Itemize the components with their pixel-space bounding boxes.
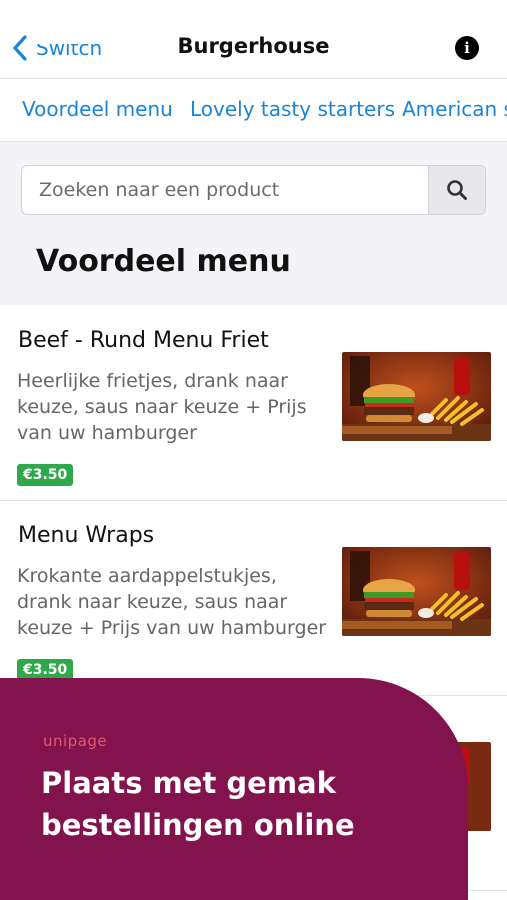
product-image: [342, 352, 491, 441]
product-name: Beef - Rund Menu Friet: [18, 328, 269, 353]
product-description: Heerlijke frietjes, drank naar keuze, sa…: [17, 370, 307, 444]
promo-banner: unipage Plaats met gemak bestellingen on…: [0, 678, 468, 900]
section-title: Voordeel menu: [36, 244, 291, 279]
tab-american-specials[interactable]: American specials: [402, 97, 507, 121]
tab-lovely-tasty-starters[interactable]: Lovely tasty starters: [190, 97, 395, 121]
category-tabs: Voordeel menu Lovely tasty starters Amer…: [0, 79, 507, 142]
brand-logo: unipage: [43, 732, 108, 750]
list-item[interactable]: Menu Wraps Krokante aardappelstukjes, dr…: [0, 501, 507, 696]
tab-voordeel-menu[interactable]: Voordeel menu: [22, 97, 173, 121]
price-badge: €3.50: [17, 464, 74, 486]
search-area: Voordeel menu: [0, 142, 507, 305]
product-description: Krokante aardappelstukjes, drank naar ke…: [17, 565, 327, 639]
info-icon[interactable]: i: [455, 36, 479, 60]
product-name: Menu Wraps: [18, 523, 155, 548]
promo-text: Plaats met gemak bestellingen online: [41, 766, 355, 842]
search-button[interactable]: [428, 166, 485, 214]
page-title: Burgerhouse: [177, 34, 330, 58]
product-image: [342, 547, 491, 636]
navigation-bar: Switch Burgerhouse i: [0, 0, 507, 79]
search-input[interactable]: [22, 166, 430, 214]
search-bar: [21, 165, 486, 215]
search-icon: [447, 180, 467, 200]
list-item[interactable]: Beef - Rund Menu Friet Heerlijke frietje…: [0, 306, 507, 501]
